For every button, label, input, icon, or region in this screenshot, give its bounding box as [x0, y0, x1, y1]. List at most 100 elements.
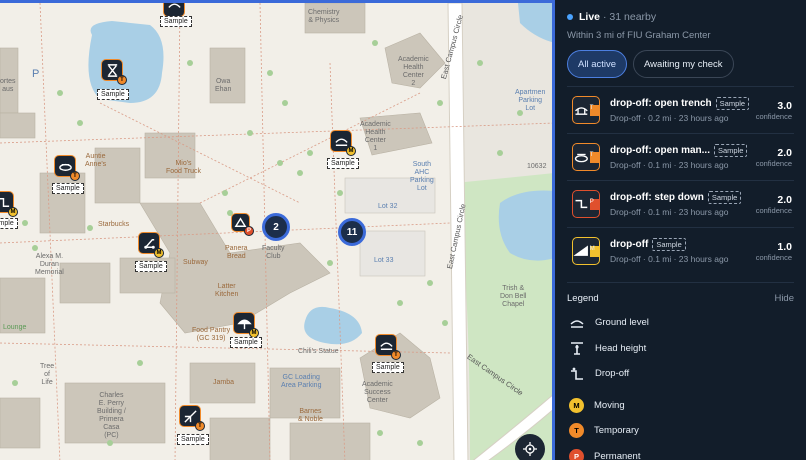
list-item[interactable]: P drop-off: step down Sample Drop-off · …: [567, 180, 794, 227]
list-item[interactable]: M drop-off Sample Drop-off · 0.1 mi · 23…: [567, 227, 794, 274]
marker-manhole[interactable]: T: [54, 155, 80, 181]
label-chemistry: Chemistry & Physics: [308, 9, 340, 25]
sample-tag: Sample: [707, 191, 742, 204]
label-subway: Subway: [183, 259, 208, 266]
filter-awaiting-check[interactable]: Awaiting my check: [633, 50, 734, 78]
confidence-label: confidence: [755, 205, 792, 215]
legend-label: Moving: [594, 399, 625, 411]
sample-tag: Sample: [714, 144, 748, 157]
filter-all-active[interactable]: All active: [567, 50, 628, 78]
legend-hide-button[interactable]: Hide: [774, 293, 794, 304]
legend-row: M Moving: [567, 393, 794, 419]
item-icon: T: [572, 96, 600, 124]
legend-row: Head height: [567, 336, 794, 362]
confidence-value: 1.0: [777, 240, 792, 253]
label-mios: Mio's Food Truck: [166, 160, 202, 176]
list-item[interactable]: T drop-off: open man... Sample Drop-off …: [567, 133, 794, 180]
confidence-value: 3.0: [777, 99, 792, 112]
manhole-icon: [574, 153, 588, 163]
list-item[interactable]: T drop-off: open trench Sample Drop-off …: [567, 86, 794, 133]
badge-moving: M: [346, 146, 356, 156]
marker-partial[interactable]: M: [0, 191, 18, 217]
ramp-icon: [573, 245, 588, 256]
label-south-parking: South AHC Parking Lot: [410, 161, 434, 193]
label-charles-perry: Charles E. Perry Building / Primera Casa (PC): [97, 392, 126, 440]
item-subtitle: Drop-off · 0.1 mi · 23 hours ago: [610, 254, 729, 264]
legend-row: Ground level: [567, 310, 794, 336]
badge-moving: M: [154, 248, 164, 258]
confidence-label: confidence: [755, 252, 792, 262]
legend-label: Drop-off: [595, 368, 630, 380]
label-gc-loading: GC Loading Area Parking: [281, 374, 322, 390]
item-title: drop-off: [610, 239, 649, 250]
legend-label: Ground level: [595, 317, 649, 329]
marker-construction[interactable]: P: [231, 213, 254, 236]
legend-row: P Permanent: [567, 444, 794, 460]
temporary-badge: T: [569, 423, 584, 439]
live-label: Live: [579, 11, 601, 23]
label-lot-32: Lot 32: [378, 203, 398, 210]
locate-me-button[interactable]: [515, 434, 545, 460]
badge-permanent: P: [589, 198, 599, 210]
badge-temporary: T: [589, 151, 599, 163]
badge-temporary: T: [117, 75, 127, 85]
item-subtitle: Drop-off · 0.2 mi · 23 hours ago: [610, 113, 729, 123]
marker-trench[interactable]: M: [330, 130, 356, 156]
label-latter: Latter Kitchen: [215, 283, 239, 299]
sample-tag: Sample: [652, 238, 686, 251]
legend-title: Legend: [567, 293, 599, 304]
confidence-value: 2.0: [777, 146, 792, 159]
stairs-icon: [183, 409, 197, 423]
legend-label: Temporary: [594, 425, 639, 437]
badge-moving: M: [8, 207, 18, 217]
confidence-value: 2.0: [777, 193, 792, 206]
item-subtitle: Drop-off · 0.1 mi · 23 hours ago: [610, 160, 729, 170]
marker-stairs[interactable]: T: [179, 405, 205, 431]
head-height-icon: [107, 63, 117, 77]
cluster-2[interactable]: 2: [262, 213, 290, 241]
trench-icon: [334, 137, 348, 146]
manhole-icon: [58, 163, 72, 171]
live-dot: [567, 14, 573, 20]
trench-icon: [379, 341, 393, 350]
item-subtitle: Drop-off · 0.1 mi · 23 hours ago: [610, 207, 729, 217]
marker-top[interactable]: [163, 3, 185, 17]
item-title: drop-off: open trench: [610, 98, 712, 109]
moving-badge: M: [569, 397, 584, 413]
legend-label: Head height: [595, 342, 647, 354]
marker-umbrella[interactable]: M: [233, 312, 259, 338]
label-panera: Panera Bread: [225, 245, 248, 261]
marker-head-height[interactable]: T: [101, 59, 127, 85]
item-title: drop-off: step down: [610, 192, 704, 203]
badge-temporary: T: [589, 104, 599, 116]
nearby-count: · 31 nearby: [603, 11, 657, 23]
ground-level-icon: [570, 320, 584, 328]
label-academic-success: Academic Success Center: [362, 381, 393, 405]
sample-tag: Sample: [160, 16, 192, 27]
badge-temporary: T: [70, 171, 80, 181]
sample-tag: Sample: [177, 434, 209, 445]
sample-tag: Sample: [52, 183, 84, 194]
sample-tag: Sample: [715, 97, 750, 110]
map-view[interactable]: Chemistry & Physics Owa Ehan Academic Healt…: [0, 0, 555, 460]
marker-scooter[interactable]: M: [138, 232, 164, 258]
permanent-badge: P: [569, 448, 584, 460]
label-faculty-club: Faculty Club: [262, 245, 285, 261]
label-auntie-annes: Auntie Anne's: [85, 153, 107, 169]
legend-header: Legend Hide: [567, 282, 794, 304]
marker-trench-2[interactable]: T: [375, 334, 401, 360]
label-chilis: Chili's Statue: [298, 348, 339, 355]
label-apartments: Apartmen Parking Lot: [515, 89, 546, 113]
scooter-icon: [143, 238, 155, 249]
label-lounge: Lounge: [3, 324, 27, 331]
side-panel: Live · 31 nearby Within 3 mi of FIU Grah…: [555, 0, 806, 460]
label-owa-ehan: Owa Ehan: [215, 78, 232, 94]
umbrella-icon: [236, 319, 252, 329]
badge-permanent: P: [244, 226, 254, 236]
label-ortes: ortes aus: [0, 78, 16, 94]
crosshair-icon: [523, 442, 537, 456]
cluster-11[interactable]: 11: [338, 218, 366, 246]
drop-off-icon: [571, 367, 583, 380]
sample-tag: Sample: [97, 89, 129, 100]
label-lot-10632: 10632: [527, 163, 547, 170]
